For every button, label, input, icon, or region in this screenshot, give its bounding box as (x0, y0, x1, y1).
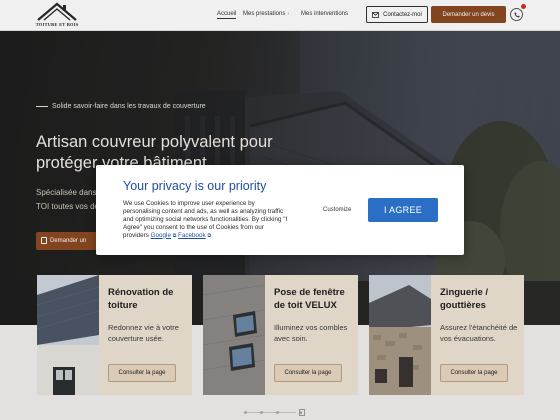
privacy-body: We use Cookies to improve user experienc… (123, 200, 288, 241)
privacy-modal: Your privacy is our priority We use Cook… (96, 165, 464, 255)
privacy-title: Your privacy is our priority (123, 179, 267, 193)
facebook-link[interactable]: Facebook (178, 232, 206, 239)
external-link-icon: ⧉ (172, 232, 177, 239)
external-link-icon: ⧉ (207, 232, 212, 239)
agree-button[interactable]: I AGREE (368, 198, 438, 222)
google-link[interactable]: Google (151, 232, 171, 239)
privacy-body-text: We use Cookies to improve user experienc… (123, 200, 288, 239)
customize-button[interactable]: Customize (323, 207, 351, 213)
